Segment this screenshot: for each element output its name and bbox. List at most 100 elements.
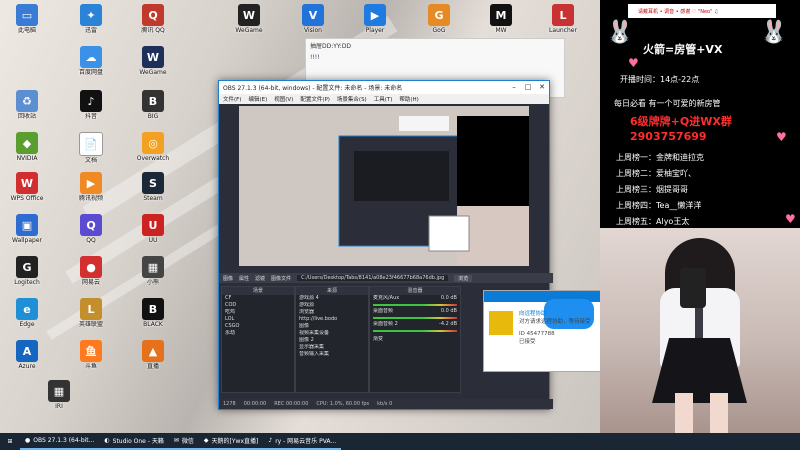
file-path-field[interactable]: C:/Users/Desktop/Tabs/8141/a08e23f46677b… [297,275,449,281]
menu-item[interactable]: 配置文件(P) [300,95,330,103]
desktop-icon[interactable]: B BIG [130,90,176,120]
app-icon: 📄 [79,132,103,156]
source-item[interactable]: 图像 [296,323,368,330]
app-icon: G [16,256,38,278]
desktop-icon[interactable]: L 英雄联盟 [68,298,114,328]
desktop-icon[interactable]: ▶ Player [352,4,398,34]
person-leg [710,393,728,433]
desktop-icon[interactable]: ☁ 百度网盘 [68,46,114,76]
taskbar-item[interactable]: ◆ 天鹅的[Ywx直播] [198,433,264,450]
taskbar-app-icon: ◆ [203,437,209,444]
menu-item[interactable]: 帮助(H) [399,95,418,103]
maximize-icon[interactable]: □ [521,81,535,94]
desktop-icon[interactable]: L Launcher [540,4,586,34]
desktop-icon[interactable]: W WeGame [226,4,272,34]
remote-text: 向远程协助 对方请求远程协助，等待接受 ID 45477788 已接受 [519,309,591,345]
scene-item[interactable]: 永劫 [222,330,294,337]
desktop-icon-label: BIG [147,113,159,120]
toolbar-item[interactable]: 滤镜 [255,275,265,282]
source-item[interactable]: 游戏源 [296,302,368,309]
remote-assist-dialog[interactable]: 向远程协助 对方请求远程协助，等待接受 ID 45477788 已接受 [483,290,607,372]
panel-promo: 6级牌牌+Q进WX群 [630,115,732,128]
taskbar-app-icon: ◐ [104,437,110,444]
mixer-channel-name: 桌面音频 2 [373,321,398,327]
volume-meter[interactable] [373,304,457,306]
desktop-icon[interactable]: ● 网易云 [68,256,114,286]
desktop-icon[interactable]: S Steam [130,172,176,202]
taskbar-item[interactable]: ✉ 微信 [168,433,199,450]
source-item[interactable]: 浏览器 [296,309,368,316]
desktop-icon[interactable]: A Azure [4,340,50,370]
minimize-icon[interactable]: – [507,81,521,94]
desktop-icon[interactable]: e Edge [4,298,50,328]
rank-3: 上周榜三：烟提哥哥 [616,185,688,194]
toolbar-item[interactable]: 属性 [239,275,249,282]
volume-meter[interactable] [373,330,457,332]
volume-meter[interactable] [373,317,457,319]
source-item[interactable]: 游戏源 4 [296,295,368,302]
desktop-icon-label: BLACK [143,321,163,328]
desktop-icon[interactable]: Q QQ [68,214,114,244]
menu-item[interactable]: 编辑(E) [248,95,267,103]
desktop-icon[interactable]: W WPS Office [4,172,50,202]
desktop-icon[interactable]: ◎ Overwatch [130,132,176,162]
desktop-icon[interactable]: U UU [130,214,176,244]
browse-button[interactable]: 浏览 [454,274,473,282]
desktop-icon[interactable]: G GoG [416,4,462,34]
scene-item[interactable]: CF [222,295,294,302]
source-item[interactable]: 图像 2 [296,337,368,344]
chat-window-title: 抽屉DD:YY:DD [310,43,352,50]
desktop-icon[interactable]: Q 腾讯 QQ [130,4,176,34]
menu-item[interactable]: 文件(F) [223,95,241,103]
desktop-icon[interactable]: ▶ 腾讯视频 [68,172,114,202]
scene-item[interactable]: COD [222,302,294,309]
taskbar-item[interactable]: ● OBS 27.1.3 (64-bit... [20,433,100,450]
source-item[interactable]: 音频输入采集 [296,351,368,358]
desktop-icon-label: Azure [18,363,36,370]
app-icon: 鱼 [80,340,102,362]
source-item[interactable]: 显示器采集 [296,344,368,351]
source-item[interactable]: http://live.bodo [296,316,368,323]
desktop-icon[interactable]: ▦ 小熊 [130,256,176,286]
taskbar-item[interactable]: ♪ ry - 网易云音乐 PVA... [263,433,342,450]
obs-title: OBS 27.1.3 (64-bit, windows) - 配置文件: 未命名… [223,85,403,92]
desktop-icon[interactable]: G Logitech [4,256,50,286]
desktop-icon[interactable]: 鱼斗鱼 [68,340,114,370]
transition-label[interactable]: 渐变 [370,336,460,343]
source-item[interactable]: 视频采集设备 [296,330,368,337]
app-icon: U [142,214,164,236]
scene-item[interactable]: 吃鸡 [222,309,294,316]
menu-item[interactable]: 场景集合(S) [337,95,367,103]
desktop-icon[interactable]: ▦ IRI [36,380,82,410]
desktop-icon[interactable]: B BLACK [130,298,176,328]
app-icon: Q [80,214,102,236]
bunny-icon: 🐰 [760,20,788,45]
desktop-icon[interactable]: ◆ NVIDIA [4,132,50,162]
menu-item[interactable]: 视图(V) [274,95,293,103]
desktop-icon[interactable]: ▣ Wallpaper [4,214,50,244]
scene-item[interactable]: LOL [222,316,294,323]
app-icon: ▶ [364,4,386,26]
desktop-icon[interactable]: ♻ 回收站 [4,90,50,120]
desktop-icon[interactable]: M MW [478,4,524,34]
desktop-icon[interactable]: ▲ 直播 [130,340,176,370]
desktop-icon[interactable]: ♪ 抖音 [68,90,114,120]
desktop-icon-label: Logitech [14,279,40,286]
desktop-icon[interactable]: ✦ 迅雷 [68,4,114,34]
desktop-icon[interactable]: W WeGame [130,46,176,76]
desktop-icon-label: Wallpaper [11,237,42,244]
obs-preview[interactable] [239,106,529,266]
desktop-icon[interactable]: 📄 文档 [68,132,114,164]
windows-start-icon[interactable]: ⊞ [0,433,20,450]
obs-title-bar[interactable]: OBS 27.1.3 (64-bit, windows) - 配置文件: 未命名… [219,81,549,94]
desktop-icon[interactable]: V Vision [290,4,336,34]
toolbar-item[interactable]: 图像 [223,275,233,282]
menu-item[interactable]: 工具(T) [374,95,393,103]
scene-item[interactable]: CSGO [222,323,294,330]
taskbar-item[interactable]: ◐ Studio One - 天籁 [99,433,169,450]
panel-hours: 开播时间：14点-22点 [620,75,700,84]
app-icon: ✦ [80,4,102,26]
close-icon[interactable]: ✕ [535,81,549,94]
app-icon: ● [80,256,102,278]
desktop-icon[interactable]: ▭ 此电脑 [4,4,50,34]
